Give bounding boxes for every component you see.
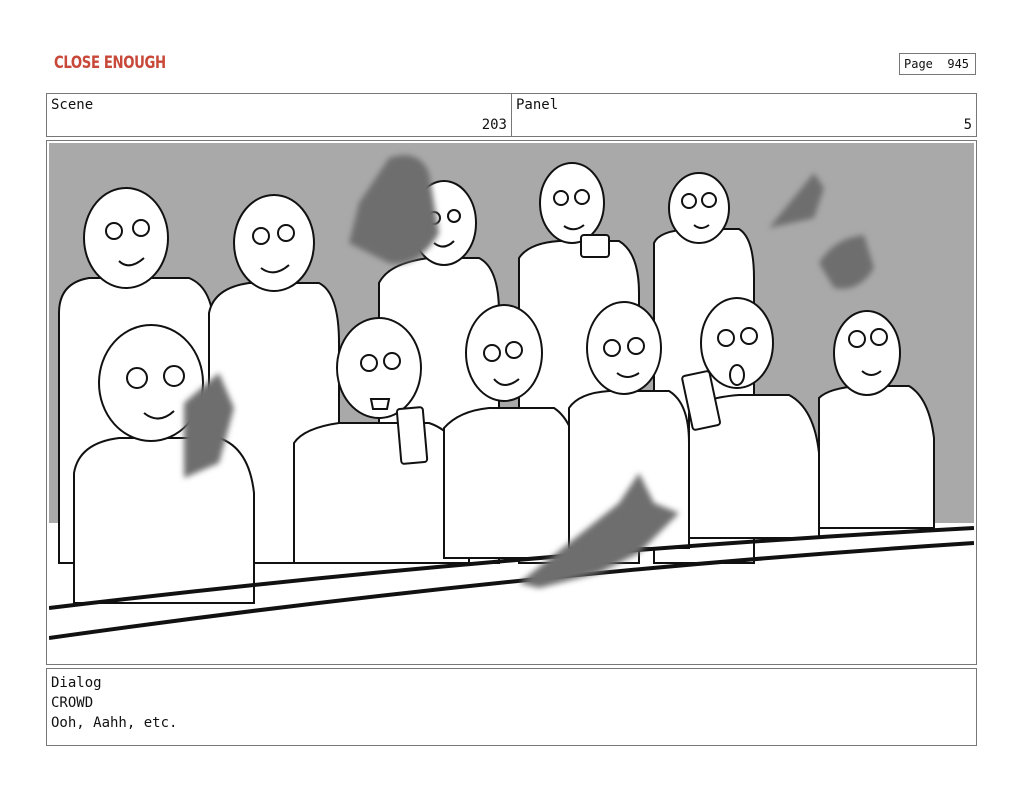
scene-panel-header: Scene 203 Panel 5 — [46, 93, 977, 137]
dialog-line: Ooh, Aahh, etc. — [51, 715, 178, 731]
storyboard-panel — [46, 140, 977, 665]
scene-cell: Scene 203 — [47, 94, 511, 136]
page-number-box: Page 945 — [899, 53, 976, 75]
panel-label: Panel — [516, 97, 559, 113]
dialog-character: CROWD — [51, 695, 94, 711]
page-number: 945 — [947, 57, 970, 71]
panel-cell: Panel 5 — [511, 94, 976, 136]
dialog-label: Dialog — [51, 675, 102, 691]
scene-number: 203 — [481, 117, 507, 133]
page-label: Page — [904, 57, 933, 71]
dialog-box: Dialog CROWD Ooh, Aahh, etc. — [46, 668, 977, 746]
scene-label: Scene — [51, 97, 94, 113]
panel-number: 5 — [963, 117, 972, 133]
studio-logo: CLOSE ENOUGH — [54, 53, 166, 73]
crowd-sketch-image — [49, 143, 974, 640]
